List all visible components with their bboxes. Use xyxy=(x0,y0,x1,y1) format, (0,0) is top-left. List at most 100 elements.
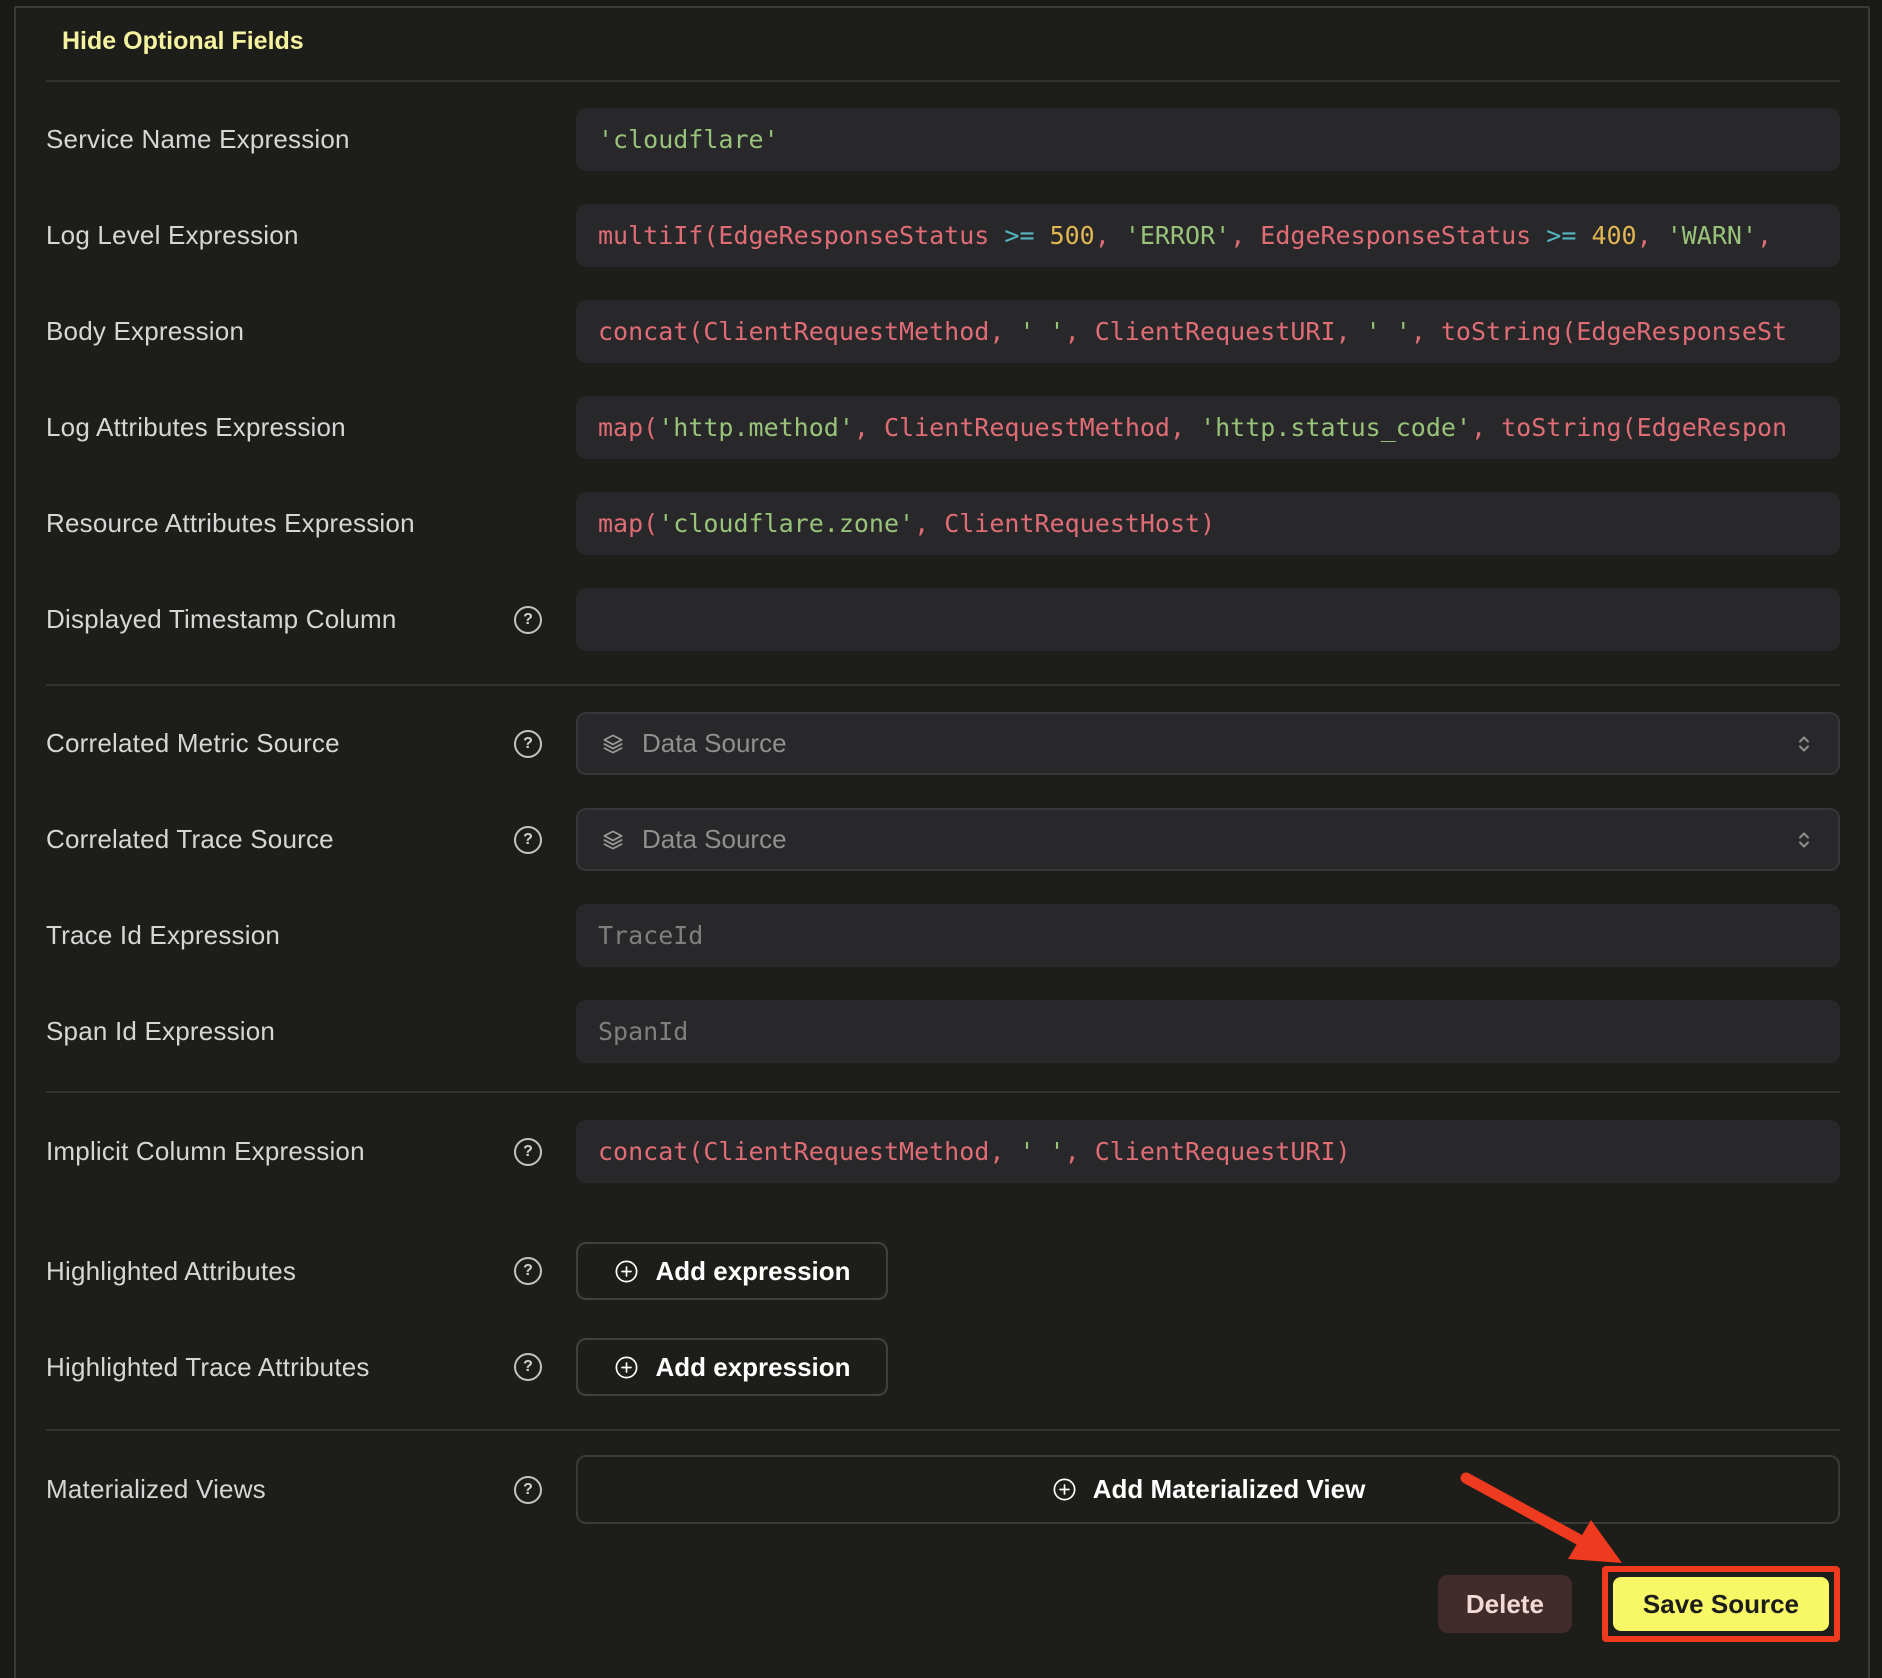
field-label-materialized-views: Materialized Views xyxy=(46,1474,266,1505)
code-token: multiIf(EdgeResponseStatus xyxy=(598,221,1004,250)
code-token: 'ERROR' xyxy=(1125,221,1230,250)
field-label-body-expression: Body Expression xyxy=(46,316,244,347)
log-attributes-expression-input[interactable]: map('http.method', ClientRequestMethod, … xyxy=(576,396,1840,459)
code-token: 'http.status_code' xyxy=(1200,413,1471,442)
field-control xyxy=(576,1000,1840,1063)
button-label: Add expression xyxy=(655,1352,850,1383)
field-control: map('cloudflare.zone', ClientRequestHost… xyxy=(576,492,1840,555)
field-row: Resource Attributes Expression map('cloud… xyxy=(46,492,1840,555)
field-label-column: Materialized Views? xyxy=(46,1474,576,1505)
field-label-column: Resource Attributes Expression xyxy=(46,508,576,539)
code-token: >= xyxy=(1546,221,1576,250)
divider xyxy=(46,1429,1840,1431)
displayed-timestamp-column-input[interactable] xyxy=(576,588,1840,651)
help-icon[interactable]: ? xyxy=(514,1138,542,1166)
field-row: Span Id Expression xyxy=(46,1000,1840,1063)
field-control: Add expression xyxy=(576,1242,1840,1300)
form-content: Hide Optional Fields Service Name Expres… xyxy=(16,8,1868,1678)
field-label-column: Span Id Expression xyxy=(46,1016,576,1047)
layers-icon xyxy=(600,827,626,853)
help-icon[interactable]: ? xyxy=(514,1257,542,1285)
field-control: concat(ClientRequestMethod, ' ', ClientR… xyxy=(576,300,1840,363)
code-token: , EdgeResponseStatus xyxy=(1230,221,1546,250)
code-token: , ClientRequestMethod, xyxy=(854,413,1200,442)
code-token xyxy=(1035,221,1050,250)
code-token: concat(ClientRequestMethod, xyxy=(598,1137,1019,1166)
field-label-log-level-expression: Log Level Expression xyxy=(46,220,299,251)
field-row: Materialized Views? Add Materialized View xyxy=(46,1455,1840,1524)
code-token xyxy=(1576,221,1591,250)
field-label-column: Correlated Trace Source? xyxy=(46,824,576,855)
field-row: Correlated Trace Source? Data Source xyxy=(46,808,1840,871)
code-token: >= xyxy=(1004,221,1034,250)
field-label-correlated-metric-source: Correlated Metric Source xyxy=(46,728,340,759)
field-row: Log Level Expression multiIf(EdgeResponse… xyxy=(46,204,1840,267)
add-materialized-view-button[interactable]: Add Materialized View xyxy=(576,1455,1840,1524)
field-label-highlighted-attributes: Highlighted Attributes xyxy=(46,1256,296,1287)
code-token: ' ' xyxy=(1366,317,1411,346)
field-label-resource-attributes-expression: Resource Attributes Expression xyxy=(46,508,415,539)
help-icon[interactable]: ? xyxy=(514,826,542,854)
code-token: 500 xyxy=(1050,221,1095,250)
field-label-trace-id-expression: Trace Id Expression xyxy=(46,920,280,951)
help-icon[interactable]: ? xyxy=(514,1476,542,1504)
help-icon[interactable]: ? xyxy=(514,730,542,758)
form-rows: Service Name Expression'cloudflare' Log L… xyxy=(46,108,1840,1524)
field-label-correlated-trace-source: Correlated Trace Source xyxy=(46,824,334,855)
correlated-trace-source-select[interactable]: Data Source xyxy=(576,808,1840,871)
field-control: map('http.method', ClientRequestMethod, … xyxy=(576,396,1840,459)
correlated-metric-source-select[interactable]: Data Source xyxy=(576,712,1840,775)
span-id-expression-field xyxy=(576,1000,1840,1063)
code-token: ' ' xyxy=(1019,317,1064,346)
select-placeholder: Data Source xyxy=(642,824,1776,855)
field-label-span-id-expression: Span Id Expression xyxy=(46,1016,275,1047)
help-icon[interactable]: ? xyxy=(514,1353,542,1381)
delete-button[interactable]: Delete xyxy=(1438,1575,1572,1633)
code-token: 'WARN' xyxy=(1667,221,1757,250)
trace-id-expression-input[interactable] xyxy=(576,904,1840,967)
implicit-column-expression-input[interactable]: concat(ClientRequestMethod, ' ', ClientR… xyxy=(576,1120,1840,1183)
button-label: Add expression xyxy=(655,1256,850,1287)
plus-circle-icon xyxy=(1051,1476,1078,1503)
field-label-column: Trace Id Expression xyxy=(46,920,576,951)
code-token: , xyxy=(1757,221,1772,250)
code-token: , ClientRequestHost) xyxy=(914,509,1215,538)
field-label-column: Implicit Column Expression? xyxy=(46,1136,576,1167)
chevron-up-down-icon xyxy=(1792,732,1816,756)
plus-circle-icon xyxy=(613,1258,640,1285)
code-token: , xyxy=(1637,221,1667,250)
field-control: concat(ClientRequestMethod, ' ', ClientR… xyxy=(576,1120,1840,1183)
hide-optional-fields-toggle[interactable]: Hide Optional Fields xyxy=(62,26,304,56)
annotation-highlight-box: Save Source xyxy=(1602,1566,1840,1642)
save-source-button[interactable]: Save Source xyxy=(1613,1577,1829,1631)
source-form-panel: Hide Optional Fields Service Name Expres… xyxy=(14,6,1870,1678)
code-token: map( xyxy=(598,509,658,538)
span-id-expression-input[interactable] xyxy=(576,1000,1840,1063)
code-token: 'http.method' xyxy=(658,413,854,442)
field-row: Body Expression concat(ClientRequestMetho… xyxy=(46,300,1840,363)
code-token: 400 xyxy=(1591,221,1636,250)
log-level-expression-input[interactable]: multiIf(EdgeResponseStatus >= 500, 'ERRO… xyxy=(576,204,1840,267)
divider xyxy=(46,80,1840,82)
add-expression-button[interactable]: Add expression xyxy=(576,1338,888,1396)
field-row: Correlated Metric Source? Data Source xyxy=(46,712,1840,775)
resource-attributes-expression-input[interactable]: map('cloudflare.zone', ClientRequestHost… xyxy=(576,492,1840,555)
field-control xyxy=(576,904,1840,967)
field-label-column: Highlighted Trace Attributes? xyxy=(46,1352,576,1383)
field-row: Service Name Expression'cloudflare' xyxy=(46,108,1840,171)
field-label-log-attributes-expression: Log Attributes Expression xyxy=(46,412,346,443)
body-expression-input[interactable]: concat(ClientRequestMethod, ' ', ClientR… xyxy=(576,300,1840,363)
button-label: Add Materialized View xyxy=(1093,1474,1366,1505)
field-label-highlighted-trace-attributes: Highlighted Trace Attributes xyxy=(46,1352,370,1383)
field-label-column: Log Level Expression xyxy=(46,220,576,251)
layers-icon xyxy=(600,731,626,757)
field-control: Data Source xyxy=(576,712,1840,775)
field-control: multiIf(EdgeResponseStatus >= 500, 'ERRO… xyxy=(576,204,1840,267)
field-row: Trace Id Expression xyxy=(46,904,1840,967)
field-control xyxy=(576,588,1840,651)
help-icon[interactable]: ? xyxy=(514,606,542,634)
field-row: Log Attributes Expression map('http.metho… xyxy=(46,396,1840,459)
service-name-expression-input[interactable]: 'cloudflare' xyxy=(576,108,1840,171)
code-token: 'cloudflare' xyxy=(598,125,779,154)
add-expression-button[interactable]: Add expression xyxy=(576,1242,888,1300)
